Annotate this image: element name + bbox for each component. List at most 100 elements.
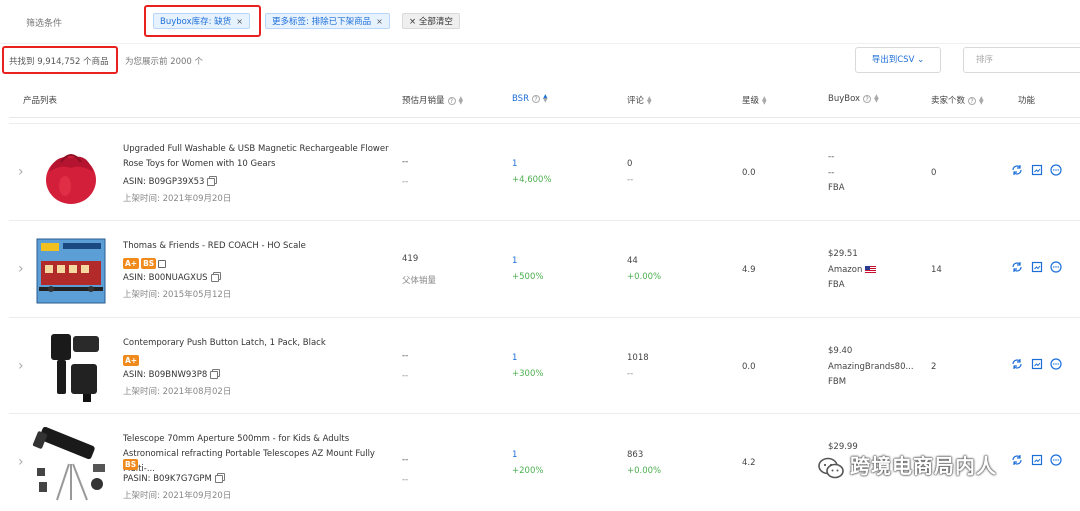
table-row[interactable]: › Contemporary Push Button Latch, 1 Pack… xyxy=(9,317,1080,414)
rating-value: 0.0 xyxy=(742,168,756,178)
seller-count: 14 xyxy=(931,265,942,275)
product-title[interactable]: Contemporary Push Button Latch, 1 Pack, … xyxy=(123,336,395,351)
badge-group: A+ BS xyxy=(123,258,167,269)
watermark-text: 跨境电商局内人 xyxy=(850,454,997,478)
listed-date: 上架时间: 2021年09月20日 xyxy=(123,194,232,204)
buybox-seller: AmazingBrands80... xyxy=(828,362,914,372)
product-image[interactable] xyxy=(31,424,111,502)
header-reviews[interactable]: 评论 ▲ ▼ xyxy=(627,94,652,106)
product-image[interactable] xyxy=(31,328,111,406)
more-icon[interactable] xyxy=(1050,261,1062,273)
monthly-sales: -- xyxy=(402,351,409,361)
header-label: 卖家个数 xyxy=(931,96,966,106)
asin-text: PASIN: B09K7G7GPM xyxy=(123,474,212,484)
header-buybox[interactable]: BuyBox? ▲ ▼ xyxy=(828,93,879,104)
row-actions xyxy=(1011,454,1062,469)
help-icon[interactable]: ? xyxy=(447,96,456,105)
chart-icon[interactable] xyxy=(1031,261,1043,273)
more-icon[interactable] xyxy=(1050,454,1062,466)
sort-icon[interactable]: ▲ ▼ xyxy=(874,93,879,103)
product-title[interactable]: Upgraded Full Washable & USB Magnetic Re… xyxy=(123,142,395,172)
sort-icon[interactable]: ▲ ▼ xyxy=(979,95,984,105)
product-title[interactable]: Telescope 70mm Aperture 500mm - for Kids… xyxy=(123,432,395,477)
watermark: 跨境电商局内人 xyxy=(818,450,997,479)
buybox-seller: Amazon xyxy=(828,265,877,275)
help-icon[interactable]: ? xyxy=(863,94,872,103)
copy-icon[interactable] xyxy=(210,273,219,282)
reviews-value: 44 xyxy=(627,256,638,266)
sort-icon[interactable]: ▲ ▼ xyxy=(762,95,767,105)
product-image[interactable] xyxy=(31,231,111,309)
asin-text: ASIN: B09GP39X53 xyxy=(123,177,205,187)
help-icon[interactable]: ? xyxy=(531,94,540,103)
monthly-sales: -- xyxy=(402,455,409,465)
bsr-value[interactable]: 1 xyxy=(512,256,517,266)
sort-icon[interactable]: ▲ ▼ xyxy=(459,95,464,105)
table-row[interactable]: › Upgraded Full Washable & USB Magnetic … xyxy=(9,123,1080,220)
reviews-value: 1018 xyxy=(627,353,649,363)
refresh-icon[interactable] xyxy=(1011,454,1023,466)
sort-icon[interactable]: ▲ ▼ xyxy=(647,95,652,105)
badge-bs: BS xyxy=(123,459,139,470)
badge-group: A+ xyxy=(123,355,141,366)
bsr-value[interactable]: 1 xyxy=(512,450,517,460)
copy-icon[interactable] xyxy=(214,474,223,483)
copy-icon[interactable] xyxy=(210,370,219,379)
wechat-icon xyxy=(818,457,844,478)
header-label: BSR xyxy=(512,94,529,104)
seller-name: Amazon xyxy=(828,265,863,275)
chevron-right-icon[interactable]: › xyxy=(18,358,24,374)
highlight-box xyxy=(144,5,261,37)
header-label: BuyBox xyxy=(828,94,861,104)
reviews-value: 0 xyxy=(627,159,633,169)
header-bsr[interactable]: BSR? ▲ ▼ xyxy=(512,93,548,104)
close-icon[interactable]: × xyxy=(376,17,383,26)
bsr-value[interactable]: 1 xyxy=(512,159,517,169)
more-icon[interactable] xyxy=(1050,358,1062,370)
chart-icon[interactable] xyxy=(1031,164,1043,176)
header-sellers[interactable]: 卖家个数? ▲ ▼ xyxy=(931,94,984,106)
refresh-icon[interactable] xyxy=(1011,261,1023,273)
product-image[interactable] xyxy=(31,134,111,212)
chevron-right-icon[interactable]: › xyxy=(18,454,24,470)
help-icon[interactable]: ? xyxy=(968,96,977,105)
export-csv-button[interactable]: 导出到CSV ⌄ xyxy=(855,47,941,73)
header-monthly-sales[interactable]: 预估月销量? ▲ ▼ xyxy=(402,94,463,106)
refresh-icon[interactable] xyxy=(1011,164,1023,176)
listed-date: 上架时间: 2021年09月20日 xyxy=(123,491,232,501)
badge-aplus: A+ xyxy=(123,258,140,269)
product-title[interactable]: Thomas & Friends - RED COACH - HO Scale xyxy=(123,239,395,254)
header-label: 星级 xyxy=(742,96,760,106)
sort-select[interactable]: 排序 xyxy=(963,47,1080,73)
sort-icon[interactable]: ▲ ▼ xyxy=(543,93,548,103)
rating-value: 4.9 xyxy=(742,265,756,275)
row-actions xyxy=(1011,358,1062,373)
chevron-right-icon[interactable]: › xyxy=(18,261,24,277)
refresh-icon[interactable] xyxy=(1011,358,1023,370)
table-row[interactable]: › Thomas & Friends - RED COACH - HO Scal… xyxy=(9,220,1080,317)
bag-icon xyxy=(158,259,167,268)
more-icon[interactable] xyxy=(1050,164,1062,176)
chevron-right-icon[interactable]: › xyxy=(18,164,24,180)
buybox-fulfillment: FBA xyxy=(828,280,845,290)
monthly-sales-sub: 父体销量 xyxy=(402,276,437,286)
bsr-value[interactable]: 1 xyxy=(512,353,517,363)
monthly-sales: -- xyxy=(402,157,409,167)
copy-icon[interactable] xyxy=(207,177,216,186)
sort-placeholder: 排序 xyxy=(976,55,994,65)
monthly-sales-sub: -- xyxy=(402,177,409,187)
filter-chip-more-tags[interactable]: 更多标签: 排除已下架商品 × xyxy=(265,13,390,29)
clear-all-button[interactable]: × 全部清空 xyxy=(402,13,460,29)
asin-text: ASIN: B00NUAGXUS xyxy=(123,273,208,283)
chart-icon[interactable] xyxy=(1031,358,1043,370)
bsr-change: +4,600% xyxy=(512,175,552,185)
rating-value: 0.0 xyxy=(742,362,756,372)
divider xyxy=(0,43,1080,44)
asin: ASIN: B09GP39X53 xyxy=(123,177,216,187)
badge-group: BS xyxy=(123,459,140,470)
buybox-fulfillment: FBA xyxy=(828,183,845,193)
reviews-change: +0.00% xyxy=(627,272,662,282)
chart-icon[interactable] xyxy=(1031,454,1043,466)
reviews-value: 863 xyxy=(627,450,644,460)
header-rating[interactable]: 星级 ▲ ▼ xyxy=(742,94,767,106)
